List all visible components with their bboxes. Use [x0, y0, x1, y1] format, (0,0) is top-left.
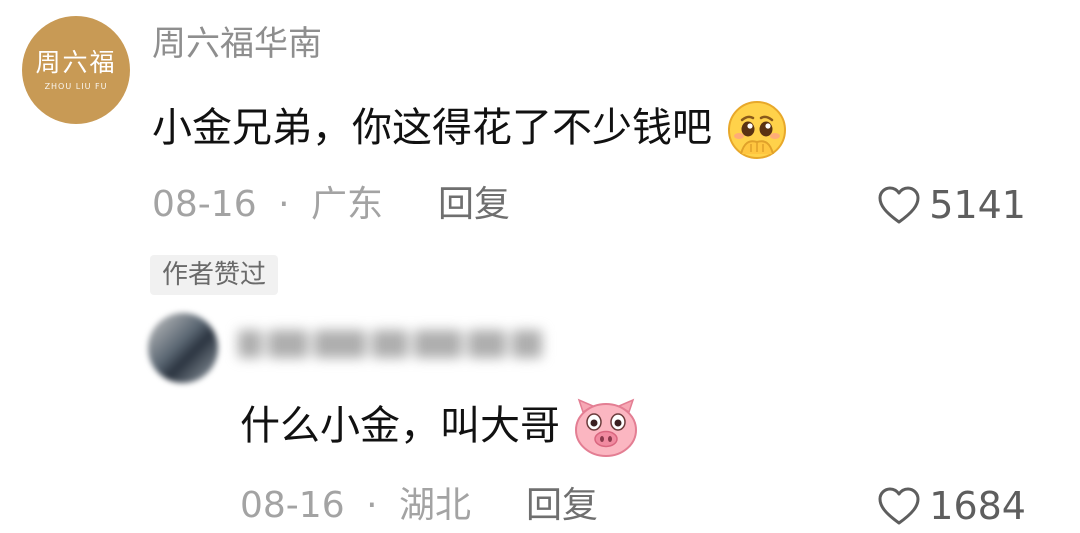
reply-button[interactable]: 回复: [526, 484, 598, 528]
heart-icon: [878, 487, 920, 525]
like-count: 5141: [929, 183, 1026, 227]
pleading-face-emoji: [727, 101, 786, 159]
meta-separator: ·: [278, 184, 290, 225]
reply-meta: 08-16 · 湖北: [240, 484, 471, 528]
avatar-brand-subtext: ZHOU LIU FU: [44, 81, 108, 91]
meta-separator: ·: [366, 485, 378, 526]
pig-face-emoji: [574, 398, 637, 457]
like-button[interactable]: 1684: [877, 484, 1026, 528]
avatar-zhouliufu[interactable]: 周六福 ZHOU LIU FU: [22, 16, 130, 124]
comment-body: 小金兄弟，你这得花了不少钱吧: [152, 105, 712, 151]
author-liked-badge: 作者赞过: [150, 255, 279, 295]
reply-text: 什么小金，叫大哥: [240, 398, 639, 458]
reply-button[interactable]: 回复: [438, 183, 510, 227]
reply-location: 湖北: [398, 485, 471, 526]
comment-text: 小金兄弟，你这得花了不少钱吧: [152, 98, 789, 162]
comment-location: 广东: [310, 184, 383, 225]
comment-meta: 08-16 · 广东: [152, 183, 383, 227]
avatar-brand-text: 周六福: [35, 48, 117, 78]
reply-body: 什么小金，叫大哥: [240, 403, 560, 449]
like-count: 1684: [929, 484, 1026, 528]
comment-date: 08-16: [152, 184, 257, 225]
heart-icon: [878, 186, 920, 224]
like-button[interactable]: 5141: [877, 183, 1026, 227]
avatar-reply-user[interactable]: [148, 313, 218, 383]
comment-username[interactable]: 周六福华南: [152, 22, 322, 66]
blurred-username[interactable]: [238, 324, 548, 364]
reply-date: 08-16: [240, 485, 345, 526]
